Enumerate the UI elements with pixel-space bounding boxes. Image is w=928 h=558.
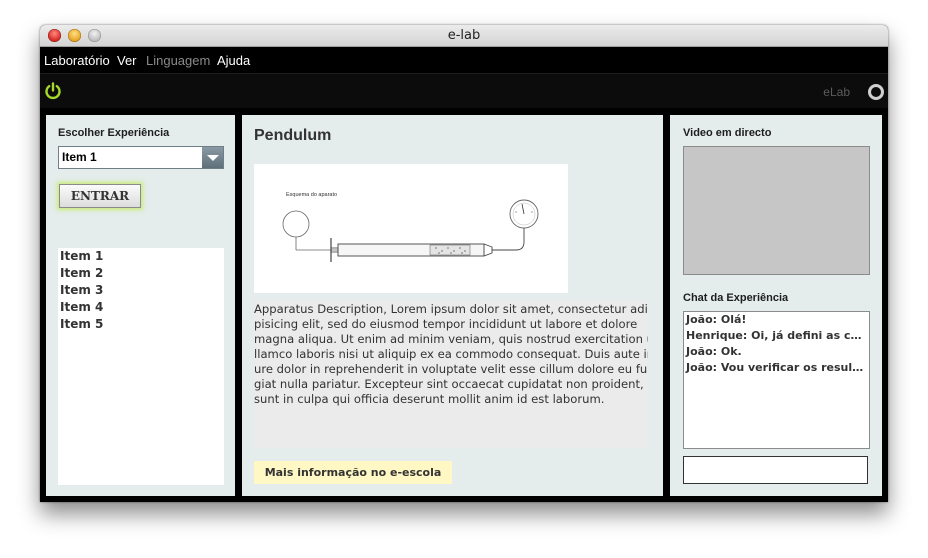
chat-input[interactable] <box>683 456 868 484</box>
app-window: e-lab Laboratório Ver Linguagem Ajuda eL… <box>40 25 888 502</box>
brand-label: eLab <box>823 85 850 99</box>
title-bar: e-lab <box>40 25 888 47</box>
status-ring-icon[interactable] <box>868 84 884 100</box>
video-chat-panel: Video em directo Chat da Experiência Joã… <box>670 115 882 496</box>
experiment-detail-panel: Pendulum Esquema do aparato Apparatus De… <box>242 115 663 496</box>
apparatus-diagram: Esquema do aparato <box>254 164 568 293</box>
chat-log[interactable]: João: Olá! Henrique: Oi, já defini as co… <box>683 311 870 449</box>
apparatus-description: Apparatus Description, Lorem ipsum dolor… <box>254 300 648 448</box>
menu-laboratorio[interactable]: Laboratório <box>44 53 110 68</box>
syringe-diagram-image: Esquema do aparato <box>282 192 539 262</box>
live-video <box>683 146 870 275</box>
menu-bar: Laboratório Ver Linguagem Ajuda <box>40 47 888 73</box>
list-item[interactable]: Item 1 <box>58 248 224 265</box>
menu-ajuda[interactable]: Ajuda <box>217 53 250 68</box>
menu-ver[interactable]: Ver <box>117 53 137 68</box>
chat-message: João: Ok. <box>686 345 742 358</box>
experiment-combo[interactable]: Item 1 <box>58 146 224 169</box>
enter-button[interactable]: ENTRAR <box>59 184 141 208</box>
video-label: Video em directo <box>683 127 772 139</box>
window-title: e-lab <box>447 28 481 43</box>
list-item[interactable]: Item 2 <box>58 265 224 282</box>
combo-value: Item 1 <box>62 150 97 164</box>
description-text: Apparatus Description, Lorem ipsum dolor… <box>254 302 648 406</box>
diagram-caption: Esquema do aparato <box>286 192 337 198</box>
list-item[interactable]: Item 5 <box>58 316 224 333</box>
toolbar: eLab <box>40 73 888 108</box>
experiment-list[interactable]: Item 1 Item 2 Item 3 Item 4 Item 5 <box>58 248 224 485</box>
choose-experiment-label: Escolher Experiência <box>58 127 170 139</box>
chevron-down-icon[interactable] <box>202 147 223 168</box>
list-item[interactable]: Item 3 <box>58 282 224 299</box>
chat-message: João: Vou verificar os resultados <box>686 361 867 374</box>
menu-linguagem: Linguagem <box>146 53 211 68</box>
chat-message: João: Olá! <box>686 313 747 326</box>
chat-message: Henrique: Oi, já defini as configurações <box>686 329 867 342</box>
experiment-title: Pendulum <box>254 127 332 144</box>
power-icon[interactable] <box>44 82 62 100</box>
e-escola-link[interactable]: Mais informação no e-escola <box>254 461 452 484</box>
list-item[interactable]: Item 4 <box>58 299 224 316</box>
experiment-selector-panel: Escolher Experiência Item 1 ENTRAR Item … <box>46 115 235 496</box>
chat-label: Chat da Experiência <box>683 292 789 304</box>
